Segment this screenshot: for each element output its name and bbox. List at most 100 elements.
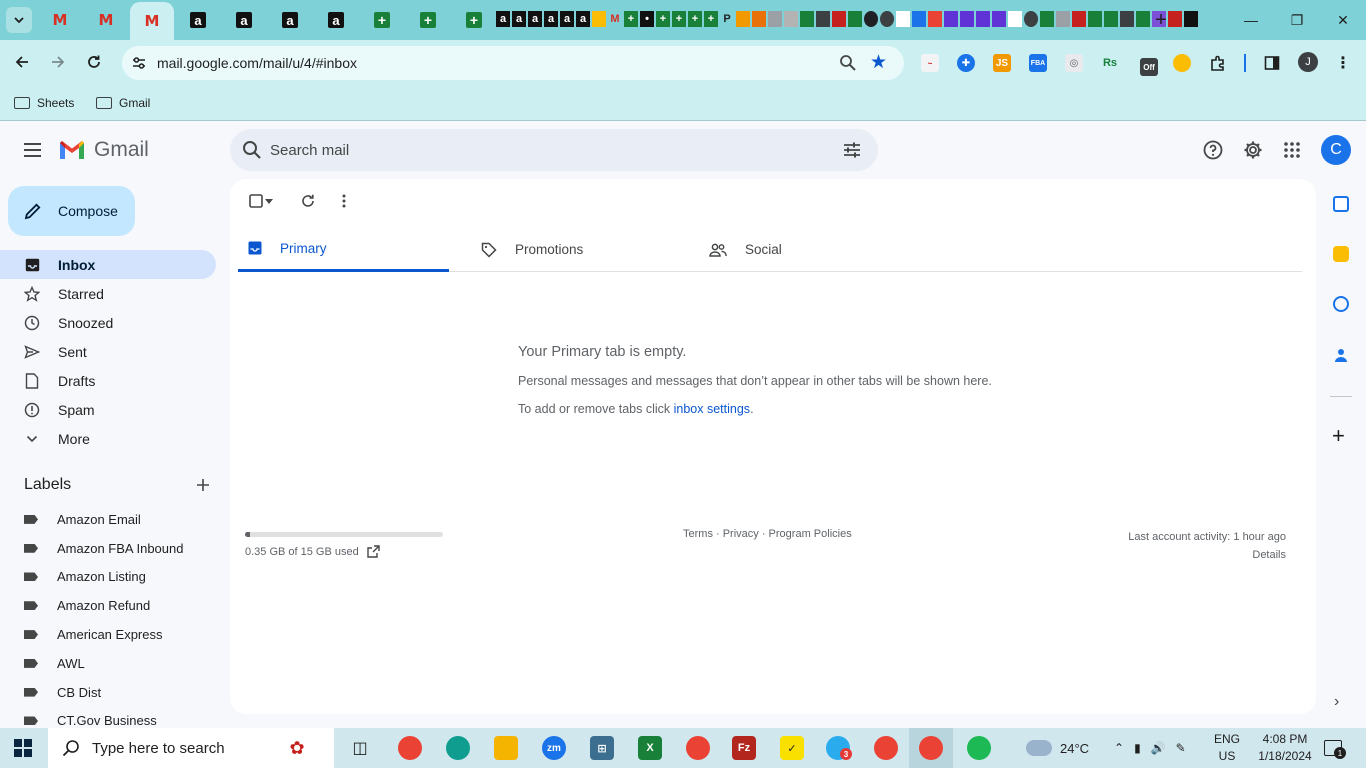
extension-fba-icon[interactable]: FBA (1029, 54, 1047, 72)
filezilla-icon[interactable]: Fz (732, 736, 756, 760)
browser-tab-gmail[interactable]: M (40, 6, 80, 34)
extension-js-icon[interactable]: JS (993, 54, 1011, 72)
search-input[interactable] (270, 139, 810, 161)
tab-search-button[interactable] (6, 7, 32, 33)
mini-tab-generic-icon[interactable] (1024, 11, 1038, 27)
task-view-icon[interactable]: ◫ (348, 736, 372, 760)
browser-tab-gmail[interactable]: M (86, 6, 126, 34)
site-info-button[interactable] (128, 52, 150, 74)
label-item[interactable]: Amazon Email (0, 505, 230, 534)
mini-tab-generic-icon[interactable] (912, 11, 926, 27)
search-highlight-icon[interactable]: ✿ (266, 736, 328, 760)
mini-tab-generic-icon[interactable] (1072, 11, 1086, 27)
google-apps-button[interactable] (1280, 138, 1304, 162)
url-text[interactable]: mail.google.com/mail/u/4/#inbox (157, 55, 357, 71)
spotify-icon[interactable] (967, 736, 991, 760)
label-item[interactable]: Amazon FBA Inbound (0, 534, 230, 563)
bookmark-sheets[interactable]: Sheets (14, 93, 74, 113)
mini-tab-generic-icon[interactable] (768, 11, 782, 27)
mini-tab-generic-icon[interactable] (896, 11, 910, 27)
calendar-icon[interactable] (1333, 196, 1349, 212)
details-link[interactable]: Details (1128, 546, 1286, 564)
chrome-profile-icon[interactable] (686, 736, 710, 760)
file-explorer-icon[interactable] (494, 736, 518, 760)
address-bar[interactable]: mail.google.com/mail/u/4/#inbox ★ (122, 46, 904, 80)
mini-tab-generic-icon[interactable] (816, 11, 830, 27)
mini-tab-amazon[interactable]: a (576, 11, 590, 27)
mini-tab-gmail-icon[interactable]: M (608, 11, 622, 27)
contacts-icon[interactable] (1333, 347, 1349, 363)
mini-tab-sheets-icon[interactable]: + (704, 11, 718, 27)
close-window-button[interactable]: ✕ (1331, 8, 1355, 32)
telegram-icon[interactable]: 3 (826, 736, 852, 760)
battery-icon[interactable]: ▮ (1134, 741, 1141, 755)
mini-tab-sheets-icon[interactable]: + (624, 11, 638, 27)
mini-tab-sheets-icon[interactable] (1104, 11, 1118, 27)
settings-button[interactable] (1241, 138, 1265, 162)
mini-tab-sheets-icon[interactable]: + (672, 11, 686, 27)
sidebar-item-spam[interactable]: Spam (0, 395, 216, 424)
browser-profile-avatar[interactable]: J (1298, 52, 1318, 72)
bookmark-star-icon[interactable]: ★ (870, 51, 887, 74)
mini-tab-generic-icon[interactable] (944, 11, 958, 27)
mini-tab-amazon[interactable]: a (528, 11, 542, 27)
extension-icon[interactable]: ~ (921, 54, 939, 72)
compose-button[interactable]: Compose (8, 186, 135, 236)
excel-icon[interactable]: X (638, 736, 662, 760)
gmail-logo[interactable]: Gmail (58, 138, 149, 162)
chrome-icon[interactable] (398, 736, 422, 760)
mini-tab-generic-icon[interactable] (1168, 11, 1182, 27)
label-item[interactable]: Amazon Listing (0, 563, 230, 592)
footer-links[interactable]: Terms · Privacy · Program Policies (683, 528, 852, 540)
mini-tab-generic-icon[interactable] (880, 11, 894, 27)
mini-tab-generic-icon[interactable] (928, 11, 942, 27)
add-label-icon[interactable] (196, 478, 210, 492)
sidebar-item-drafts[interactable]: Drafts (0, 366, 216, 395)
mini-tab-generic-icon[interactable] (1184, 11, 1198, 27)
more-actions-button[interactable] (334, 191, 354, 211)
tasks-icon[interactable] (1333, 296, 1349, 312)
pen-icon[interactable]: ✎ (1176, 741, 1186, 755)
mini-tab-generic-icon[interactable] (832, 11, 846, 27)
tab-primary[interactable]: Primary (238, 227, 449, 272)
mini-tab-generic-icon[interactable] (1056, 11, 1070, 27)
sidebar-item-more[interactable]: More (0, 424, 216, 453)
sticky-notes-icon[interactable]: ✓ (780, 736, 804, 760)
sidebar-item-sent[interactable]: Sent (0, 337, 216, 366)
tab-social[interactable]: Social (699, 227, 910, 272)
chrome-active-icon[interactable] (919, 736, 943, 760)
mini-tab-generic-icon[interactable] (864, 11, 878, 27)
speaker-icon[interactable]: 🔊 (1151, 741, 1166, 755)
account-avatar[interactable]: C (1321, 135, 1351, 165)
taskbar-clock[interactable]: 4:08 PM 1/18/2024 (1254, 731, 1316, 765)
back-button[interactable] (10, 50, 34, 74)
label-item[interactable]: AWL (0, 649, 230, 678)
side-panel-icon[interactable] (1263, 54, 1281, 72)
zoom-app-icon[interactable]: zm (542, 736, 566, 760)
sidebar-item-inbox[interactable]: Inbox (0, 250, 216, 279)
mini-tab-drive-icon[interactable] (592, 11, 606, 27)
label-item[interactable]: Amazon Refund (0, 591, 230, 620)
extensions-puzzle-icon[interactable] (1209, 54, 1227, 72)
search-options-icon[interactable] (842, 140, 862, 160)
sidebar-item-starred[interactable]: Starred (0, 279, 216, 308)
browser-tab-amazon[interactable]: a (178, 6, 218, 34)
label-item[interactable]: American Express (0, 620, 230, 649)
mini-tab-generic-icon[interactable] (1008, 11, 1022, 27)
minimize-button[interactable]: — (1239, 8, 1263, 32)
select-menu-button[interactable] (262, 191, 276, 211)
mini-tab-generic-icon[interactable]: P (720, 11, 734, 27)
mini-tab-generic-icon[interactable] (1120, 11, 1134, 27)
help-button[interactable] (1201, 138, 1225, 162)
mini-tab-generic-icon[interactable] (736, 11, 750, 27)
sidebar-item-snoozed[interactable]: Snoozed (0, 308, 216, 337)
mini-tab-sheets-icon[interactable] (1088, 11, 1102, 27)
browser-tab-sheets[interactable]: + (454, 6, 494, 34)
tab-promotions[interactable]: Promotions (471, 227, 682, 272)
chrome-profile-icon[interactable] (874, 736, 898, 760)
mini-tab-amazon[interactable]: a (560, 11, 574, 27)
main-menu-button[interactable] (20, 138, 44, 162)
zoom-icon[interactable] (838, 53, 858, 73)
mini-tab-sheets-icon[interactable] (1136, 11, 1150, 27)
extension-icon[interactable]: ◎ (1065, 54, 1083, 72)
